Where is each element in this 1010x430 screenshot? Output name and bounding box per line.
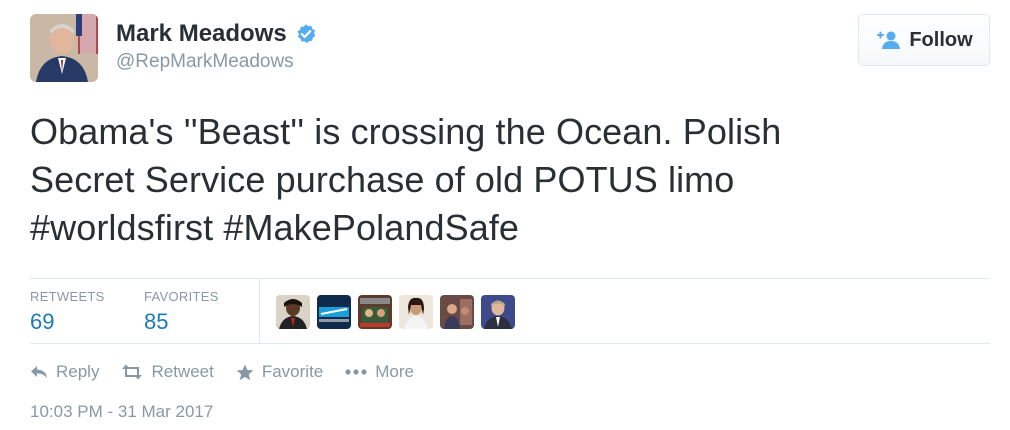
tweet-text: Obama's ''Beast'' is crossing the Ocean.… <box>30 108 960 252</box>
avatar[interactable] <box>30 14 98 82</box>
favoriter-avatars <box>276 295 515 329</box>
favorite-label: Favorite <box>261 362 324 381</box>
reply-button[interactable]: Reply <box>30 362 99 382</box>
favoriter-avatar[interactable] <box>276 295 310 329</box>
stats-separator <box>259 279 260 343</box>
favorites-stat[interactable]: FAVORITES 85 <box>144 289 219 335</box>
tweet-card: Mark Meadows @RepMarkMeadows Follow Obam… <box>0 0 1010 430</box>
favoriter-avatar[interactable] <box>440 295 474 329</box>
avatar-image <box>30 14 98 82</box>
tweet-text-line: Obama's ''Beast'' is crossing the Ocean.… <box>30 111 782 152</box>
tweet-stats: RETWEETS 69 FAVORITES 85 <box>30 279 990 343</box>
retweets-count[interactable]: 69 <box>30 309 105 335</box>
tweet-text-line: #worldsfirst #MakePolandSafe <box>30 207 520 248</box>
favoriter-avatar[interactable] <box>358 295 392 329</box>
favorites-label: FAVORITES <box>144 289 219 304</box>
add-user-icon <box>875 30 901 50</box>
retweet-label: Retweet <box>151 362 214 381</box>
more-dots-icon <box>345 369 367 375</box>
retweets-stat[interactable]: RETWEETS 69 <box>30 289 105 335</box>
tweet-text-line: Secret Service purchase of old POTUS lim… <box>30 159 735 200</box>
more-button[interactable]: More <box>345 362 414 382</box>
tweet-actions: Reply Retweet Favorite More <box>30 362 414 382</box>
author-name[interactable]: Mark Meadows <box>116 20 287 48</box>
star-icon <box>236 364 254 381</box>
retweet-button[interactable]: Retweet <box>121 362 214 382</box>
retweet-icon <box>121 364 143 380</box>
more-label: More <box>375 362 414 381</box>
divider <box>30 343 990 344</box>
favoriter-avatar[interactable] <box>399 295 433 329</box>
follow-label: Follow <box>909 28 973 51</box>
follow-button[interactable]: Follow <box>858 14 990 66</box>
reply-label: Reply <box>56 362 100 381</box>
author-name-row[interactable]: Mark Meadows <box>116 20 317 48</box>
favorites-count[interactable]: 85 <box>144 309 219 335</box>
reply-icon <box>30 364 48 380</box>
tweet-header: Mark Meadows @RepMarkMeadows Follow <box>30 14 990 84</box>
verified-badge-icon <box>295 23 317 45</box>
author-block: Mark Meadows @RepMarkMeadows <box>116 20 317 73</box>
author-handle[interactable]: @RepMarkMeadows <box>116 51 317 73</box>
favoriter-avatar[interactable] <box>481 295 515 329</box>
tweet-timestamp[interactable]: 10:03 PM - 31 Mar 2017 <box>30 402 213 422</box>
retweets-label: RETWEETS <box>30 289 105 304</box>
favorite-button[interactable]: Favorite <box>236 362 323 382</box>
favoriter-avatar[interactable] <box>317 295 351 329</box>
